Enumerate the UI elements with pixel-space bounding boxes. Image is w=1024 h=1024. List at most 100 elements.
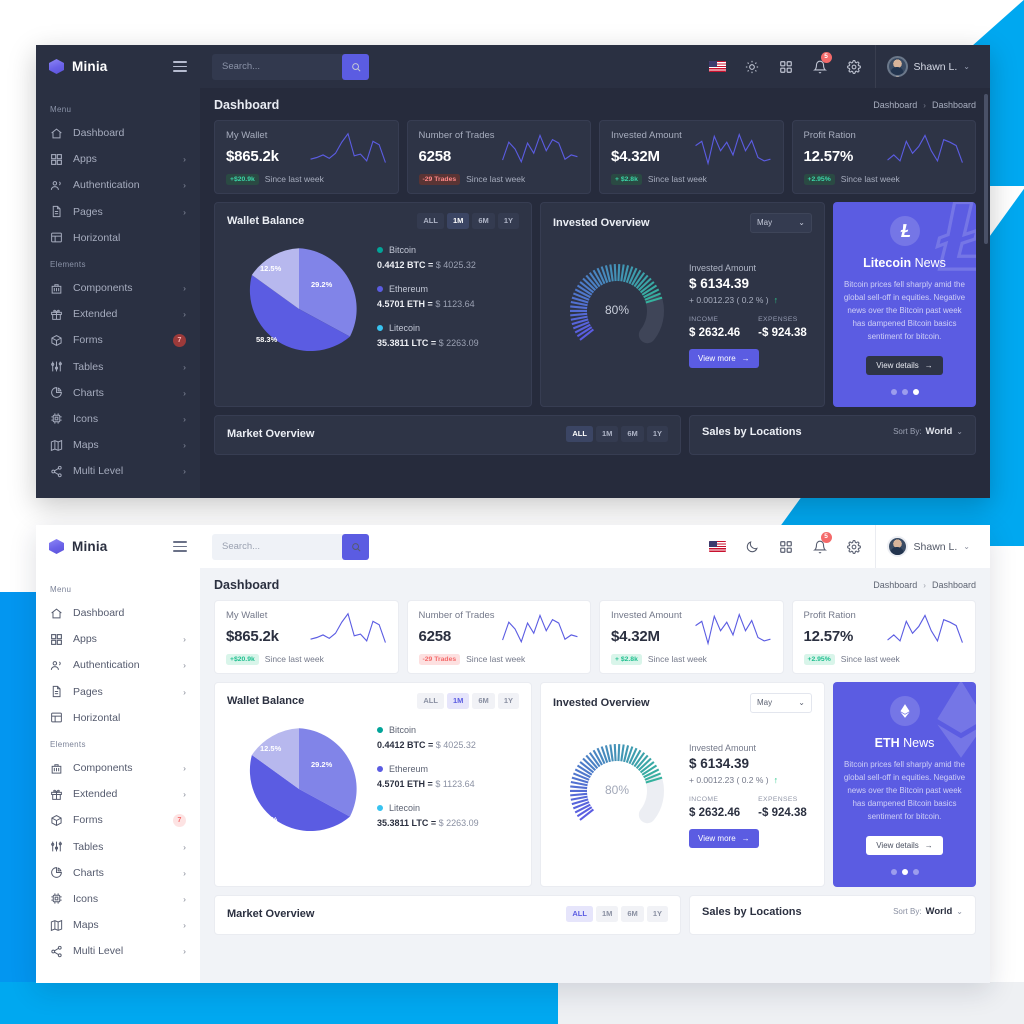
- sidebar-item-multi-level[interactable]: Multi Level ›: [36, 458, 200, 484]
- scrollbar[interactable]: [984, 94, 988, 244]
- tab-6m[interactable]: 6M: [472, 692, 495, 709]
- notifications-button[interactable]: 5: [803, 45, 837, 88]
- hamburger-icon[interactable]: [173, 540, 187, 553]
- theme-toggle-button[interactable]: [735, 45, 769, 88]
- tab-1y[interactable]: 1Y: [646, 425, 668, 442]
- sidebar-item-pages[interactable]: Pages ›: [36, 199, 200, 225]
- bottom-row: Market Overview ALL 1M 6M 1Y Sales by Lo…: [200, 887, 990, 935]
- tab-all[interactable]: ALL: [417, 212, 444, 229]
- carousel-dot[interactable]: [890, 868, 897, 875]
- view-more-button[interactable]: View more →: [689, 828, 759, 848]
- wallet-pie-chart: 29.2% 58.3% 12.5%: [227, 243, 371, 375]
- sidebar-item-tables[interactable]: Tables ›: [36, 354, 200, 380]
- breadcrumb-root[interactable]: Dashboard: [873, 580, 917, 590]
- arrow-right-icon: →: [741, 353, 750, 363]
- stat-badge: +$20.9k: [226, 174, 259, 185]
- coin-amount: 4.5701 ETH =: [377, 778, 433, 789]
- profile-menu[interactable]: Shawn L. ⌄: [874, 45, 980, 88]
- view-more-button[interactable]: View more →: [689, 348, 759, 368]
- view-details-label: View details: [876, 360, 919, 370]
- sidebar-item-multi-level[interactable]: Multi Level ›: [36, 938, 200, 964]
- tab-6m[interactable]: 6M: [621, 425, 644, 442]
- sidebar-item-authentication[interactable]: Authentication ›: [36, 172, 200, 198]
- hamburger-icon[interactable]: [173, 60, 187, 73]
- sidebar-item-components[interactable]: Components ›: [36, 755, 200, 781]
- tab-6m[interactable]: 6M: [621, 905, 644, 922]
- tab-1m[interactable]: 1M: [595, 905, 619, 922]
- income-label: INCOME: [689, 795, 719, 803]
- tab-1m[interactable]: 1M: [446, 692, 470, 709]
- brand-name: Minia: [72, 59, 108, 74]
- sidebar-item-pages[interactable]: Pages ›: [36, 679, 200, 705]
- chevron-right-icon: ›: [183, 206, 186, 217]
- carousel-dot[interactable]: [912, 868, 919, 875]
- chevron-right-icon: ›: [183, 946, 186, 957]
- carousel-dot-active[interactable]: [912, 388, 919, 395]
- topbar: Minia Search... 5 Shawn L. ⌄: [36, 45, 990, 88]
- sidebar-item-label: Forms: [73, 334, 103, 347]
- month-select[interactable]: May ⌄: [750, 692, 812, 713]
- expenses-label: EXPENSES: [758, 795, 798, 803]
- tab-1y[interactable]: 1Y: [646, 905, 668, 922]
- search-button[interactable]: [342, 533, 369, 560]
- tab-all[interactable]: ALL: [566, 425, 593, 442]
- carousel-dot[interactable]: [890, 388, 897, 395]
- view-details-button[interactable]: View details →: [866, 355, 943, 375]
- profile-menu[interactable]: Shawn L. ⌄: [874, 525, 980, 568]
- income-block: INCOME $ 2632.46: [689, 316, 740, 339]
- sidebar-item-tables[interactable]: Tables ›: [36, 834, 200, 860]
- sidebar-item-apps[interactable]: Apps ›: [36, 146, 200, 172]
- search-button[interactable]: [342, 53, 369, 80]
- apps-button[interactable]: [769, 525, 803, 568]
- sort-by-control[interactable]: Sort By: World ⌄: [893, 906, 963, 917]
- file-icon: [50, 685, 63, 698]
- sidebar-item-apps[interactable]: Apps ›: [36, 626, 200, 652]
- grid-icon: [50, 633, 63, 646]
- brand[interactable]: Minia: [36, 525, 200, 568]
- theme-toggle-button[interactable]: [735, 525, 769, 568]
- tab-all[interactable]: ALL: [566, 905, 593, 922]
- tab-1m[interactable]: 1M: [446, 212, 470, 229]
- sidebar-item-components[interactable]: Components ›: [36, 275, 200, 301]
- notifications-button[interactable]: 5: [803, 525, 837, 568]
- sidebar-item-icons[interactable]: Icons ›: [36, 406, 200, 432]
- language-selector[interactable]: [701, 45, 735, 88]
- settings-button[interactable]: [837, 525, 871, 568]
- arrow-up-icon: ↑: [773, 294, 779, 305]
- tab-1y[interactable]: 1Y: [497, 212, 519, 229]
- brand[interactable]: Minia: [36, 45, 200, 88]
- carousel-dot[interactable]: [901, 388, 908, 395]
- language-selector[interactable]: [701, 525, 735, 568]
- settings-button[interactable]: [837, 45, 871, 88]
- tab-1m[interactable]: 1M: [595, 425, 619, 442]
- sidebar-item-extended[interactable]: Extended ›: [36, 781, 200, 807]
- sidebar-item-extended[interactable]: Extended ›: [36, 301, 200, 327]
- sidebar-item-charts[interactable]: Charts ›: [36, 860, 200, 886]
- invested-delta: + 0.0012.23 ( 0.2 % ): [689, 774, 769, 785]
- sidebar-item-dashboard[interactable]: Dashboard: [36, 120, 200, 146]
- carousel-dot-active[interactable]: [901, 868, 908, 875]
- tab-all[interactable]: ALL: [417, 692, 444, 709]
- sidebar-item-maps[interactable]: Maps ›: [36, 912, 200, 938]
- chevron-down-icon: ⌄: [963, 542, 970, 551]
- sort-by-control[interactable]: Sort By: World ⌄: [893, 426, 963, 437]
- body: Menu Dashboard Apps › Authentication › P…: [36, 568, 990, 983]
- page-title: Dashboard: [214, 578, 280, 592]
- sidebar-item-forms[interactable]: Forms 7: [36, 807, 200, 833]
- month-select[interactable]: May ⌄: [750, 212, 812, 233]
- sidebar-item-forms[interactable]: Forms 7: [36, 327, 200, 353]
- sidebar-item-maps[interactable]: Maps ›: [36, 432, 200, 458]
- sidebar-item-dashboard[interactable]: Dashboard: [36, 600, 200, 626]
- breadcrumb-root[interactable]: Dashboard: [873, 100, 917, 110]
- tab-6m[interactable]: 6M: [472, 212, 495, 229]
- sidebar-item-horizontal[interactable]: Horizontal: [36, 705, 200, 731]
- view-details-button[interactable]: View details →: [866, 835, 943, 855]
- tab-1y[interactable]: 1Y: [497, 692, 519, 709]
- sidebar-item-charts[interactable]: Charts ›: [36, 380, 200, 406]
- stat-note: Since last week: [466, 174, 526, 185]
- sidebar-item-horizontal[interactable]: Horizontal: [36, 225, 200, 251]
- sort-by-value: World: [925, 426, 953, 438]
- sidebar-item-icons[interactable]: Icons ›: [36, 886, 200, 912]
- sidebar-item-authentication[interactable]: Authentication ›: [36, 652, 200, 678]
- apps-button[interactable]: [769, 45, 803, 88]
